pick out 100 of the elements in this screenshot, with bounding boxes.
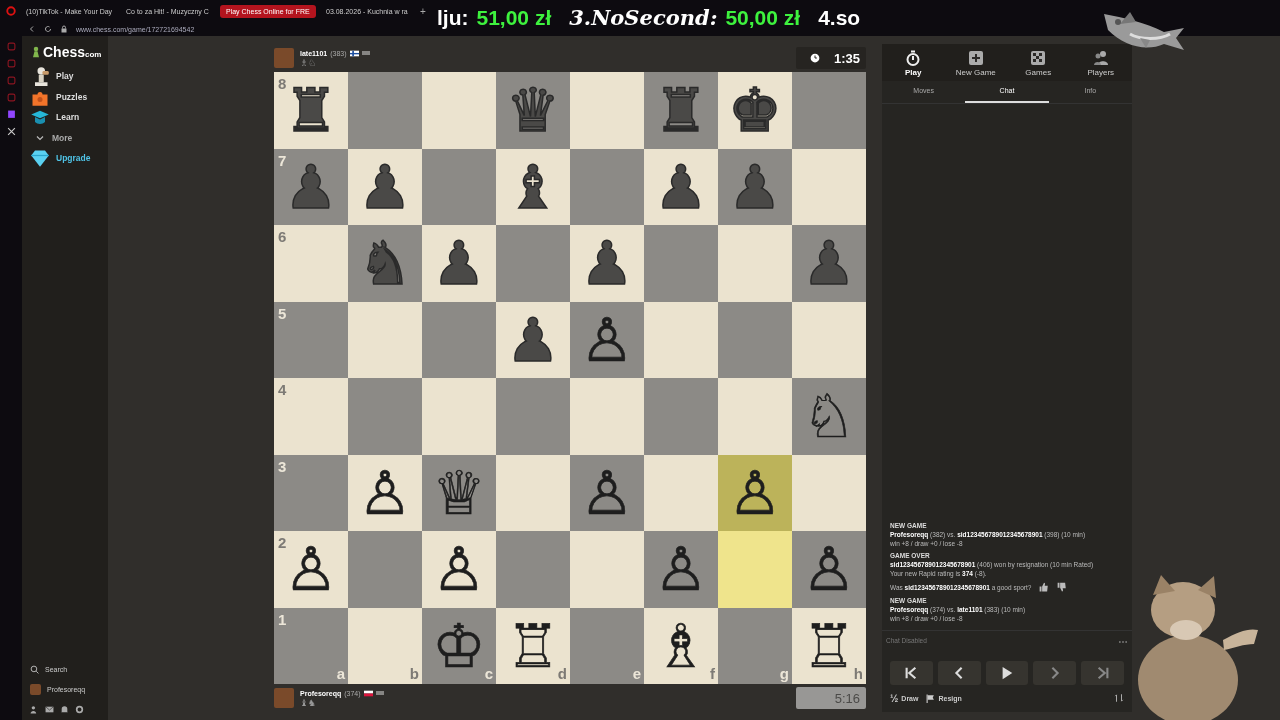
board-square[interactable]: ♙	[570, 301, 644, 378]
captured-pieces: ♝♞	[300, 697, 317, 708]
file-label: g	[779, 665, 789, 682]
board-square[interactable]	[422, 301, 496, 378]
chess-piece[interactable]: ♙	[802, 539, 856, 600]
chess-piece[interactable]: ♟	[506, 309, 560, 370]
signal-bars-icon	[361, 49, 370, 57]
board-square[interactable]	[570, 148, 644, 225]
board-square[interactable]	[570, 378, 644, 455]
rank-label: 1	[278, 610, 287, 628]
flag-icon	[363, 688, 373, 698]
board-square[interactable]	[644, 454, 718, 531]
board-square[interactable]: ♟	[422, 225, 496, 302]
board-square[interactable]: ♚	[718, 72, 792, 149]
chess-piece[interactable]: ♟	[358, 156, 412, 217]
board-square[interactable]	[496, 378, 570, 455]
chess-piece[interactable]: ♖	[802, 615, 856, 676]
board-square[interactable]: ♟	[570, 225, 644, 302]
board-square[interactable]	[644, 301, 718, 378]
board-square[interactable]: ♟	[496, 301, 570, 378]
stopwatch-icon	[905, 50, 922, 66]
board-square[interactable]: ♙	[570, 454, 644, 531]
board-square[interactable]: ♟	[644, 148, 718, 225]
board-square[interactable]	[792, 72, 866, 149]
move-nav-button[interactable]	[937, 661, 981, 685]
board-square[interactable]	[570, 531, 644, 608]
board-square[interactable]	[718, 225, 792, 302]
logo[interactable]: Chesscom	[43, 44, 102, 60]
avatar	[274, 48, 294, 68]
chess-piece[interactable]: ♙	[654, 539, 708, 600]
diamond-icon	[30, 148, 50, 169]
donor-name: lju:	[437, 6, 469, 30]
chess-piece[interactable]: ♙	[580, 462, 634, 523]
move-nav-button[interactable]	[985, 661, 1029, 685]
panel-nav-item[interactable]: Games	[1007, 44, 1070, 81]
board-square[interactable]	[718, 531, 792, 608]
chess-piece[interactable]: ♝	[506, 156, 560, 217]
board-square[interactable]	[792, 301, 866, 378]
play-icon	[1000, 666, 1014, 680]
chess-piece[interactable]: ♙	[432, 539, 486, 600]
board-square[interactable]: ♝	[496, 148, 570, 225]
nav-item[interactable]: Upgrade	[30, 148, 108, 169]
board-square[interactable]: ♙	[348, 454, 422, 531]
settings-icon	[75, 705, 84, 714]
chess-piece[interactable]: ♔	[432, 615, 486, 676]
board-square[interactable]	[496, 531, 570, 608]
file-label: c	[484, 665, 493, 682]
board-square[interactable]	[422, 72, 496, 149]
chess-piece[interactable]: ♟	[432, 233, 486, 294]
chess-piece[interactable]: ♟	[654, 156, 708, 217]
board-square[interactable]	[644, 225, 718, 302]
board-square[interactable]: ♙	[644, 531, 718, 608]
board-square[interactable]	[570, 72, 644, 149]
chess-piece[interactable]: ♙	[358, 462, 412, 523]
panel-nav-item[interactable]: Players	[1069, 44, 1132, 81]
move-nav-button[interactable]	[890, 661, 933, 685]
new-tab-button[interactable]: +	[420, 5, 426, 17]
avatar	[30, 683, 41, 695]
board-square[interactable]	[348, 72, 422, 149]
donor-name: 4.so	[818, 6, 861, 30]
board-square[interactable]	[496, 454, 570, 531]
board-square[interactable]	[422, 378, 496, 455]
panel-nav-item[interactable]: Play	[882, 44, 945, 81]
board-square[interactable]: ♙	[792, 531, 866, 608]
chess-piece[interactable]: ♕	[432, 462, 486, 523]
board-square[interactable]	[422, 148, 496, 225]
board-square[interactable]	[644, 378, 718, 455]
board-square[interactable]	[718, 378, 792, 455]
board-square[interactable]	[348, 301, 422, 378]
board-square[interactable]: ♕	[422, 454, 496, 531]
board-square[interactable]	[792, 454, 866, 531]
chess-piece[interactable]: ♗	[654, 615, 708, 676]
plus-square-icon	[967, 50, 984, 66]
nav-item[interactable]: Puzzles	[30, 86, 108, 107]
back-icon	[28, 25, 36, 33]
chess-piece[interactable]: ♚	[728, 80, 782, 141]
nav-item[interactable]: Learn	[30, 107, 108, 128]
panel-nav-item[interactable]: New Game	[944, 44, 1007, 81]
nav-item[interactable]: More	[30, 127, 108, 148]
chess-piece[interactable]: ♘	[802, 386, 856, 447]
checkerboard-icon	[1030, 50, 1047, 66]
file-label: a	[336, 665, 345, 682]
chess-piece[interactable]: ♙	[580, 309, 634, 370]
board-square[interactable]: ♙	[718, 454, 792, 531]
rank-label: 2	[278, 534, 287, 551]
board-square[interactable]	[718, 301, 792, 378]
chess-piece[interactable]: ♟	[580, 233, 634, 294]
board-square[interactable]: ♙	[422, 531, 496, 608]
board-square[interactable]	[348, 378, 422, 455]
chess-piece[interactable]: ♙	[728, 462, 782, 523]
board-square[interactable]	[792, 148, 866, 225]
rank-label: 6	[278, 228, 287, 245]
board-square[interactable]: ♟	[348, 148, 422, 225]
board-square[interactable]: ♘	[792, 378, 866, 455]
board-square[interactable]	[496, 225, 570, 302]
nav-item[interactable]: Play	[30, 66, 108, 87]
board-square[interactable]	[348, 531, 422, 608]
rank-label: 4	[278, 381, 287, 398]
rank-label: 7	[278, 151, 287, 169]
x-icon	[6, 127, 16, 136]
